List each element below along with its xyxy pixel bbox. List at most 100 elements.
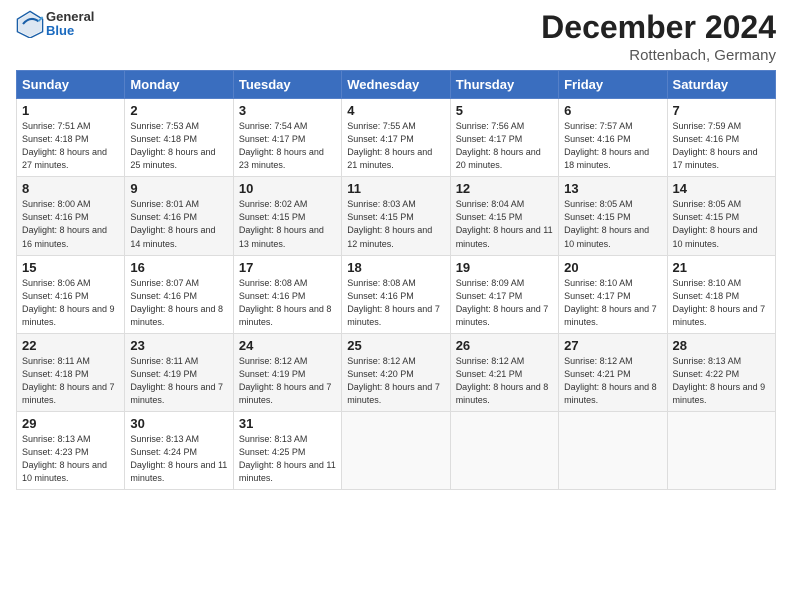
table-row: 24 Sunrise: 8:12 AMSunset: 4:19 PMDaylig… [233, 333, 341, 411]
day-info: Sunrise: 8:13 AMSunset: 4:23 PMDaylight:… [22, 433, 119, 485]
day-info: Sunrise: 8:12 AMSunset: 4:19 PMDaylight:… [239, 355, 336, 407]
logo-text: General Blue [46, 10, 94, 39]
table-row: 17 Sunrise: 8:08 AMSunset: 4:16 PMDaylig… [233, 255, 341, 333]
day-number: 6 [564, 103, 661, 118]
col-monday: Monday [125, 71, 233, 99]
day-number: 2 [130, 103, 227, 118]
day-number: 3 [239, 103, 336, 118]
day-number: 11 [347, 181, 444, 196]
logo-icon [16, 10, 44, 38]
day-number: 7 [673, 103, 770, 118]
calendar-header-row: Sunday Monday Tuesday Wednesday Thursday… [17, 71, 776, 99]
table-row: 20 Sunrise: 8:10 AMSunset: 4:17 PMDaylig… [559, 255, 667, 333]
day-number: 24 [239, 338, 336, 353]
day-number: 8 [22, 181, 119, 196]
day-info: Sunrise: 8:07 AMSunset: 4:16 PMDaylight:… [130, 277, 227, 329]
day-info: Sunrise: 8:09 AMSunset: 4:17 PMDaylight:… [456, 277, 553, 329]
day-info: Sunrise: 8:01 AMSunset: 4:16 PMDaylight:… [130, 198, 227, 250]
table-row [667, 411, 775, 489]
table-row: 26 Sunrise: 8:12 AMSunset: 4:21 PMDaylig… [450, 333, 558, 411]
day-number: 5 [456, 103, 553, 118]
day-info: Sunrise: 8:11 AMSunset: 4:19 PMDaylight:… [130, 355, 227, 407]
col-saturday: Saturday [667, 71, 775, 99]
day-number: 19 [456, 260, 553, 275]
day-info: Sunrise: 8:13 AMSunset: 4:22 PMDaylight:… [673, 355, 770, 407]
day-info: Sunrise: 7:55 AMSunset: 4:17 PMDaylight:… [347, 120, 444, 172]
col-tuesday: Tuesday [233, 71, 341, 99]
table-row: 16 Sunrise: 8:07 AMSunset: 4:16 PMDaylig… [125, 255, 233, 333]
header: General Blue December 2024 Rottenbach, G… [16, 10, 776, 64]
day-info: Sunrise: 8:13 AMSunset: 4:24 PMDaylight:… [130, 433, 227, 485]
day-info: Sunrise: 8:00 AMSunset: 4:16 PMDaylight:… [22, 198, 119, 250]
table-row: 29 Sunrise: 8:13 AMSunset: 4:23 PMDaylig… [17, 411, 125, 489]
table-row: 11 Sunrise: 8:03 AMSunset: 4:15 PMDaylig… [342, 177, 450, 255]
day-info: Sunrise: 8:05 AMSunset: 4:15 PMDaylight:… [673, 198, 770, 250]
day-info: Sunrise: 8:10 AMSunset: 4:17 PMDaylight:… [564, 277, 661, 329]
day-number: 14 [673, 181, 770, 196]
day-info: Sunrise: 7:57 AMSunset: 4:16 PMDaylight:… [564, 120, 661, 172]
calendar-table: Sunday Monday Tuesday Wednesday Thursday… [16, 70, 776, 490]
day-number: 17 [239, 260, 336, 275]
col-wednesday: Wednesday [342, 71, 450, 99]
day-number: 13 [564, 181, 661, 196]
day-number: 21 [673, 260, 770, 275]
table-row: 6 Sunrise: 7:57 AMSunset: 4:16 PMDayligh… [559, 99, 667, 177]
table-row: 9 Sunrise: 8:01 AMSunset: 4:16 PMDayligh… [125, 177, 233, 255]
table-row: 8 Sunrise: 8:00 AMSunset: 4:16 PMDayligh… [17, 177, 125, 255]
day-info: Sunrise: 8:08 AMSunset: 4:16 PMDaylight:… [239, 277, 336, 329]
day-info: Sunrise: 7:59 AMSunset: 4:16 PMDaylight:… [673, 120, 770, 172]
day-info: Sunrise: 7:51 AMSunset: 4:18 PMDaylight:… [22, 120, 119, 172]
table-row: 19 Sunrise: 8:09 AMSunset: 4:17 PMDaylig… [450, 255, 558, 333]
day-info: Sunrise: 8:03 AMSunset: 4:15 PMDaylight:… [347, 198, 444, 250]
day-info: Sunrise: 8:06 AMSunset: 4:16 PMDaylight:… [22, 277, 119, 329]
logo-general: General [46, 10, 94, 24]
table-row [450, 411, 558, 489]
day-number: 29 [22, 416, 119, 431]
col-sunday: Sunday [17, 71, 125, 99]
day-info: Sunrise: 8:12 AMSunset: 4:21 PMDaylight:… [456, 355, 553, 407]
table-row: 3 Sunrise: 7:54 AMSunset: 4:17 PMDayligh… [233, 99, 341, 177]
day-number: 28 [673, 338, 770, 353]
day-info: Sunrise: 7:54 AMSunset: 4:17 PMDaylight:… [239, 120, 336, 172]
title-block: December 2024 Rottenbach, Germany [541, 10, 776, 64]
day-number: 30 [130, 416, 227, 431]
day-number: 25 [347, 338, 444, 353]
col-thursday: Thursday [450, 71, 558, 99]
table-row: 28 Sunrise: 8:13 AMSunset: 4:22 PMDaylig… [667, 333, 775, 411]
day-number: 20 [564, 260, 661, 275]
table-row: 14 Sunrise: 8:05 AMSunset: 4:15 PMDaylig… [667, 177, 775, 255]
page-title: December 2024 [541, 10, 776, 45]
day-info: Sunrise: 8:04 AMSunset: 4:15 PMDaylight:… [456, 198, 553, 250]
logo: General Blue [16, 10, 94, 39]
table-row: 21 Sunrise: 8:10 AMSunset: 4:18 PMDaylig… [667, 255, 775, 333]
col-friday: Friday [559, 71, 667, 99]
day-info: Sunrise: 8:12 AMSunset: 4:20 PMDaylight:… [347, 355, 444, 407]
day-info: Sunrise: 8:02 AMSunset: 4:15 PMDaylight:… [239, 198, 336, 250]
table-row: 25 Sunrise: 8:12 AMSunset: 4:20 PMDaylig… [342, 333, 450, 411]
table-row: 15 Sunrise: 8:06 AMSunset: 4:16 PMDaylig… [17, 255, 125, 333]
table-row: 31 Sunrise: 8:13 AMSunset: 4:25 PMDaylig… [233, 411, 341, 489]
day-number: 16 [130, 260, 227, 275]
table-row: 23 Sunrise: 8:11 AMSunset: 4:19 PMDaylig… [125, 333, 233, 411]
day-info: Sunrise: 8:12 AMSunset: 4:21 PMDaylight:… [564, 355, 661, 407]
table-row: 4 Sunrise: 7:55 AMSunset: 4:17 PMDayligh… [342, 99, 450, 177]
day-number: 31 [239, 416, 336, 431]
table-row: 13 Sunrise: 8:05 AMSunset: 4:15 PMDaylig… [559, 177, 667, 255]
table-row [342, 411, 450, 489]
day-info: Sunrise: 8:13 AMSunset: 4:25 PMDaylight:… [239, 433, 336, 485]
day-number: 15 [22, 260, 119, 275]
day-number: 18 [347, 260, 444, 275]
day-number: 9 [130, 181, 227, 196]
table-row: 7 Sunrise: 7:59 AMSunset: 4:16 PMDayligh… [667, 99, 775, 177]
table-row: 5 Sunrise: 7:56 AMSunset: 4:17 PMDayligh… [450, 99, 558, 177]
table-row: 12 Sunrise: 8:04 AMSunset: 4:15 PMDaylig… [450, 177, 558, 255]
day-number: 27 [564, 338, 661, 353]
day-number: 26 [456, 338, 553, 353]
table-row: 22 Sunrise: 8:11 AMSunset: 4:18 PMDaylig… [17, 333, 125, 411]
day-number: 12 [456, 181, 553, 196]
table-row: 30 Sunrise: 8:13 AMSunset: 4:24 PMDaylig… [125, 411, 233, 489]
day-number: 10 [239, 181, 336, 196]
page: General Blue December 2024 Rottenbach, G… [0, 0, 792, 612]
logo-blue: Blue [46, 24, 94, 38]
table-row: 1 Sunrise: 7:51 AMSunset: 4:18 PMDayligh… [17, 99, 125, 177]
